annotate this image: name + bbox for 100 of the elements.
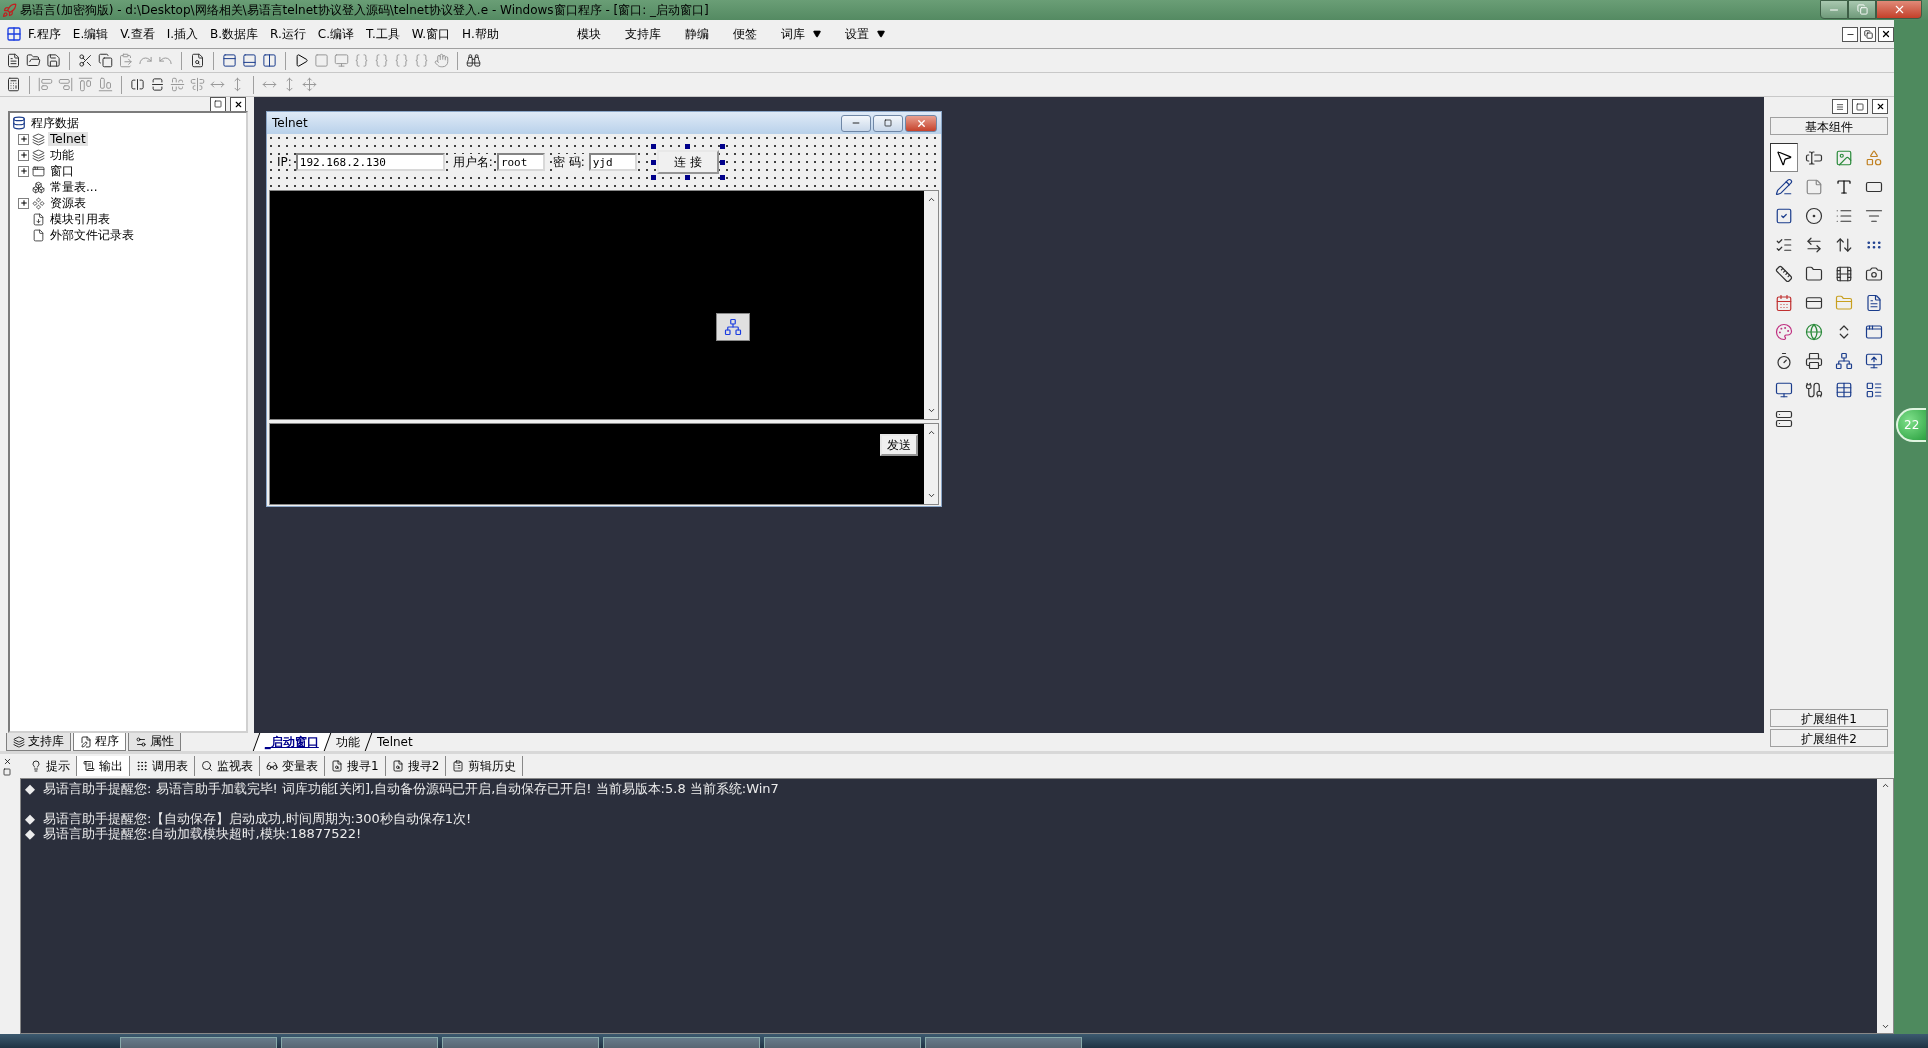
layout-list-icon[interactable]	[1865, 380, 1883, 399]
cable-icon[interactable]	[1805, 380, 1823, 399]
note-icon[interactable]	[1805, 177, 1823, 196]
tree-item[interactable]: 外部文件记录表	[48, 226, 136, 244]
document-icon[interactable]	[1865, 293, 1883, 312]
maximize-button[interactable]	[1848, 0, 1876, 19]
printer-icon[interactable]	[1805, 351, 1823, 370]
monitor-icon[interactable]	[1865, 351, 1883, 370]
selection-handle[interactable]	[650, 144, 656, 149]
selection-handle[interactable]	[650, 159, 656, 165]
maximize-button[interactable]	[873, 114, 903, 132]
expand-button[interactable]	[18, 133, 29, 145]
center-icon[interactable]	[150, 77, 165, 92]
panel-tab[interactable]: 支持库	[6, 733, 71, 751]
app-menu-icon[interactable]	[6, 26, 22, 42]
minimize-button[interactable]	[1842, 26, 1858, 42]
shapes-icon[interactable]	[1865, 148, 1883, 167]
vertical-scroll-icon[interactable]	[1835, 235, 1853, 254]
menu-button[interactable]	[1832, 99, 1848, 114]
square-icon[interactable]	[3, 767, 11, 776]
film-icon[interactable]	[1835, 264, 1853, 283]
expand-button[interactable]	[18, 165, 29, 177]
float-button[interactable]	[1852, 99, 1868, 114]
menu-item[interactable]: E.编辑	[66, 25, 115, 43]
document-tab[interactable]: _启动窗口	[252, 733, 331, 751]
window-layout-icon[interactable]	[222, 53, 237, 68]
window-layout-icon[interactable]	[262, 53, 277, 68]
toolbox-category-button[interactable]: 基本组件	[1770, 117, 1888, 135]
network-icon[interactable]	[1835, 351, 1853, 370]
menu-item[interactable]: R.运行	[264, 25, 312, 43]
password-field[interactable]: yjd	[588, 153, 637, 171]
menu-item[interactable]: 模块	[564, 25, 613, 43]
selection-handle[interactable]	[719, 144, 725, 149]
menu-item[interactable]: 设置	[832, 25, 897, 43]
menu-item[interactable]: B.数据库	[204, 25, 265, 43]
tree-item[interactable]: 窗口	[48, 162, 76, 180]
type-icon[interactable]	[1835, 177, 1853, 196]
toolbox-category-button[interactable]: 扩展组件2	[1770, 729, 1888, 747]
minimize-button[interactable]	[841, 114, 871, 132]
panel-tab[interactable]: 属性	[128, 733, 181, 751]
selection-handle[interactable]	[685, 175, 691, 180]
image-icon[interactable]	[1835, 148, 1853, 167]
menu-item[interactable]: 静编	[672, 25, 721, 43]
open-folder-icon[interactable]	[26, 53, 41, 68]
pointer-icon[interactable]	[1775, 148, 1793, 167]
close-icon[interactable]	[2, 756, 12, 766]
tab-icon[interactable]	[1805, 264, 1823, 283]
menu-item[interactable]: H.帮助	[456, 25, 505, 43]
tree-item[interactable]: 功能	[48, 146, 76, 164]
tree-item[interactable]: 程序数据	[29, 114, 81, 132]
window-layout-icon[interactable]	[242, 53, 257, 68]
pencil-icon[interactable]	[1775, 177, 1793, 196]
menu-item[interactable]: W.窗口	[405, 25, 457, 43]
new-file-icon[interactable]	[6, 53, 21, 68]
tree-item[interactable]: Telnet	[48, 132, 88, 146]
selection-handle[interactable]	[650, 175, 656, 180]
selection-handle[interactable]	[685, 144, 691, 149]
copy-icon[interactable]	[98, 53, 113, 68]
minimize-button[interactable]	[1820, 0, 1848, 19]
menu-item[interactable]: I.插入	[160, 25, 205, 43]
panel-tab[interactable]: 程序	[73, 733, 126, 751]
calendar-icon[interactable]	[1775, 293, 1793, 312]
close-button[interactable]	[1878, 26, 1894, 42]
checkbox-icon[interactable]	[1775, 206, 1793, 225]
globe-icon[interactable]	[1805, 322, 1823, 341]
horizontal-scroll-icon[interactable]	[1805, 235, 1823, 254]
text-field-icon[interactable]	[1805, 148, 1823, 167]
selection-handle[interactable]	[719, 175, 725, 180]
ruler-icon[interactable]	[1775, 264, 1793, 283]
menu-item[interactable]: 便签	[720, 25, 769, 43]
binoculars-icon[interactable]	[466, 53, 481, 68]
menu-item[interactable]: C.编译	[311, 25, 361, 43]
save-icon[interactable]	[46, 53, 61, 68]
scrollbar[interactable]	[924, 424, 938, 504]
expand-button[interactable]	[18, 149, 29, 161]
grid-icon[interactable]	[6, 77, 21, 92]
menu-item[interactable]: T.工具	[360, 25, 406, 43]
selection-handle[interactable]	[719, 159, 725, 165]
menu-item[interactable]: 词库	[768, 25, 833, 43]
tree-item[interactable]: 模块引用表	[48, 210, 112, 228]
scrollbar[interactable]	[924, 191, 938, 419]
send-button[interactable]: 发送	[880, 434, 918, 456]
tree-item[interactable]: 常量表...	[48, 178, 100, 196]
network-component-button[interactable]	[716, 313, 750, 341]
radio-icon[interactable]	[1805, 206, 1823, 225]
output-tab[interactable]: 输出	[77, 756, 130, 776]
monitor-icon[interactable]	[1775, 380, 1793, 399]
username-field[interactable]: root	[496, 153, 545, 171]
search-icon[interactable]	[190, 53, 205, 68]
window-icon[interactable]	[1865, 322, 1883, 341]
close-button[interactable]	[1872, 99, 1888, 114]
restore-button[interactable]	[1860, 26, 1876, 42]
cut-icon[interactable]	[78, 53, 93, 68]
scrollbar[interactable]	[1877, 779, 1893, 1033]
camera-icon[interactable]	[1865, 264, 1883, 283]
timer-icon[interactable]	[1775, 351, 1793, 370]
center-icon[interactable]	[130, 77, 145, 92]
toolbox-category-button[interactable]: 扩展组件1	[1770, 709, 1888, 727]
expand-button[interactable]	[18, 197, 29, 209]
connect-button[interactable]: 连 接	[656, 150, 719, 174]
